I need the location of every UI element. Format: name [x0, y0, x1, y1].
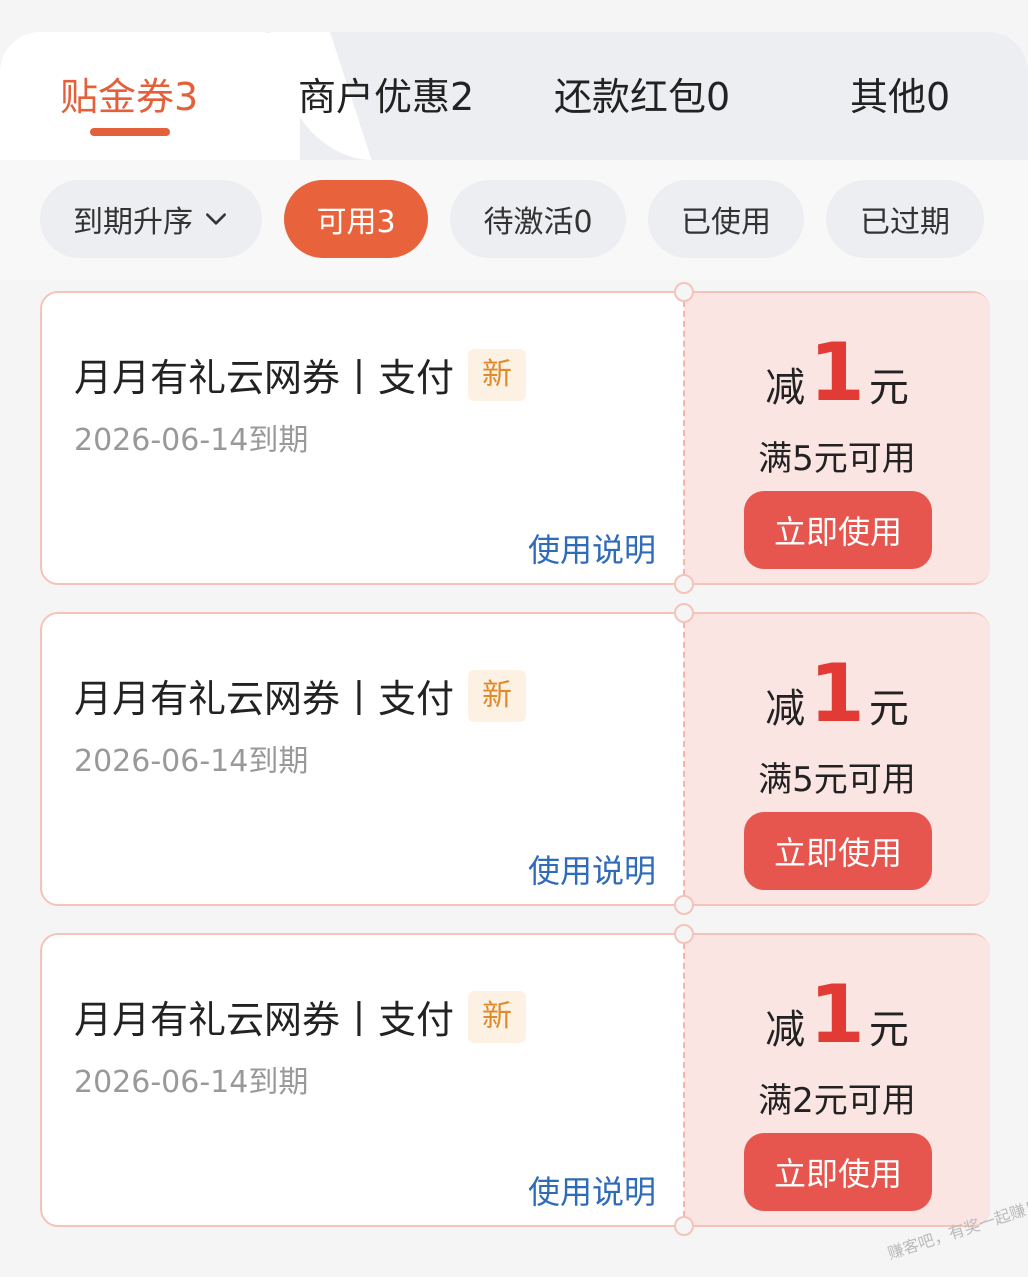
coupon-notch-bottom — [674, 1216, 694, 1236]
tab-repayment-red-packets[interactable]: 还款红包0 — [554, 72, 730, 122]
new-badge: 新 — [468, 348, 527, 401]
coupon-expiry: 2026-06-14到期 — [74, 744, 309, 779]
coupon-threshold: 满5元可用 — [758, 439, 916, 479]
coupon-expiry: 2026-06-14到期 — [74, 423, 309, 458]
coupon-card: 月月有礼云网券丨支付 新 2026-06-14到期 使用说明 减1 元 满5元可用… — [40, 282, 990, 594]
coupon-notch-top — [674, 924, 694, 944]
coupon-threshold: 满2元可用 — [758, 1081, 916, 1121]
filter-available[interactable]: 可用3 — [284, 180, 428, 258]
coupon-notch-top — [674, 603, 694, 623]
usage-instructions-link[interactable]: 使用说明 — [528, 846, 656, 892]
coupon-card: 月月有礼云网券丨支付 新 2026-06-14到期 使用说明 减1 元 满5元可用… — [40, 603, 990, 915]
use-now-button[interactable]: 立即使用 — [744, 491, 932, 569]
coupon-title-text: 月月有礼云网券丨支付 — [74, 998, 455, 1042]
discount-unit: 元 — [868, 686, 909, 732]
coupon-threshold: 满5元可用 — [758, 760, 916, 800]
new-badge: 新 — [468, 990, 527, 1043]
coupon-title-text: 月月有礼云网券丨支付 — [74, 677, 455, 721]
sort-label: 到期升序 — [73, 205, 193, 240]
coupon-expiry: 2026-06-14到期 — [74, 1065, 309, 1100]
discount-amount: 1 — [809, 326, 865, 419]
coupon-page: 贴金券3 商户优惠2 还款红包0 其他0 到期升序 可用3 待激活0 已使用 已… — [0, 0, 1028, 1277]
coupon-notch-bottom — [674, 895, 694, 915]
use-now-button[interactable]: 立即使用 — [744, 812, 932, 890]
discount-unit: 元 — [868, 365, 909, 411]
use-now-button[interactable]: 立即使用 — [744, 1133, 932, 1211]
discount-unit: 元 — [868, 1007, 909, 1053]
coupon-discount: 减1 元 — [684, 975, 990, 1055]
coupon-title: 月月有礼云网券丨支付 新 — [74, 989, 527, 1044]
coupon-title: 月月有礼云网券丨支付 新 — [74, 668, 527, 723]
tab-subsidy-coupons[interactable]: 贴金券3 — [60, 72, 198, 122]
coupon-discount: 减1 元 — [684, 333, 990, 413]
usage-instructions-link[interactable]: 使用说明 — [528, 525, 656, 571]
filter-expired[interactable]: 已过期 — [826, 180, 984, 258]
tab-merchant-offers[interactable]: 商户优惠2 — [298, 72, 474, 122]
new-badge: 新 — [468, 669, 527, 722]
usage-instructions-link[interactable]: 使用说明 — [528, 1167, 656, 1213]
coupon-discount: 减1 元 — [684, 654, 990, 734]
coupon-notch-bottom — [674, 574, 694, 594]
tab-others[interactable]: 其他0 — [850, 72, 950, 122]
sort-dropdown[interactable]: 到期升序 — [40, 180, 262, 258]
coupon-title: 月月有礼云网券丨支付 新 — [74, 347, 527, 402]
active-tab-indicator — [90, 128, 170, 136]
chevron-down-icon — [206, 213, 226, 225]
filter-pending-activation[interactable]: 待激活0 — [450, 180, 626, 258]
coupon-title-text: 月月有礼云网券丨支付 — [74, 356, 455, 400]
discount-amount: 1 — [809, 647, 865, 740]
category-tabs: 贴金券3 商户优惠2 还款红包0 其他0 — [0, 32, 1028, 160]
discount-prefix: 减 — [765, 365, 806, 411]
discount-prefix: 减 — [765, 686, 806, 732]
coupon-card: 月月有礼云网券丨支付 新 2026-06-14到期 使用说明 减1 元 满2元可用… — [40, 924, 990, 1236]
discount-prefix: 减 — [765, 1007, 806, 1053]
discount-amount: 1 — [809, 968, 865, 1061]
coupon-notch-top — [674, 282, 694, 302]
filter-used[interactable]: 已使用 — [648, 180, 804, 258]
